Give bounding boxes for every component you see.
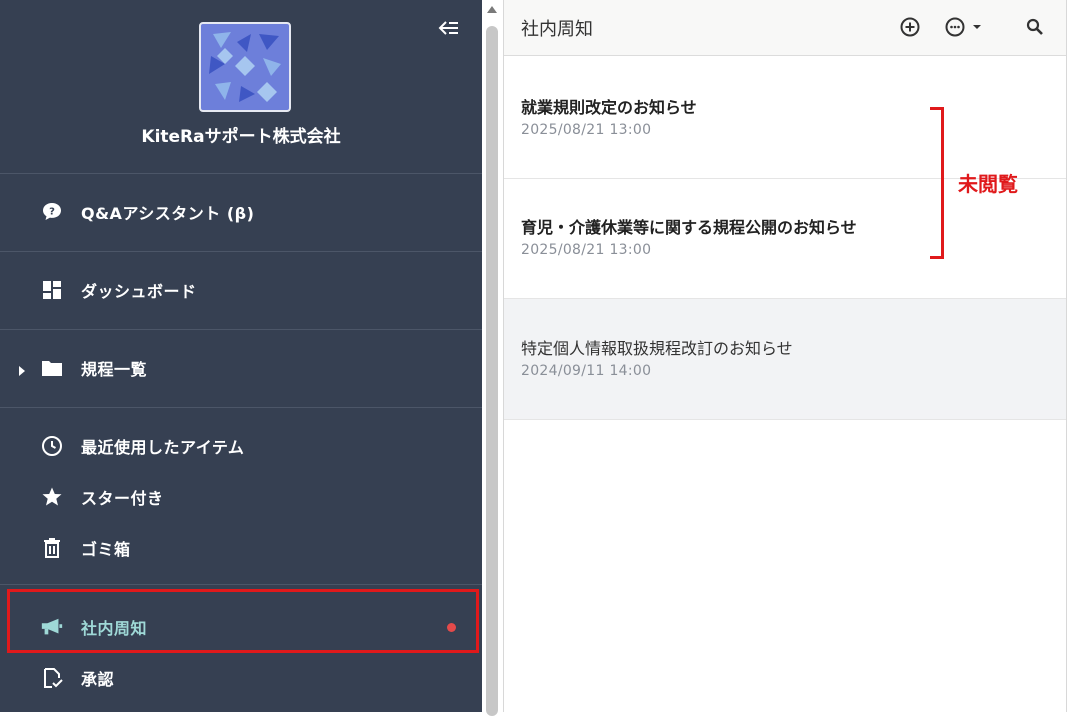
- star-icon: [40, 485, 64, 509]
- nav-item-starred[interactable]: スター付き: [0, 473, 482, 521]
- search-icon[interactable]: [1023, 15, 1047, 39]
- divider: [0, 407, 482, 408]
- nav-label: Q&Aアシスタント (β): [81, 204, 255, 223]
- nav-item-dashboard[interactable]: ダッシュボード: [0, 266, 482, 314]
- chat-bubble-icon: ?: [40, 200, 64, 224]
- nav-item-approval[interactable]: 承認: [0, 654, 482, 702]
- scroll-up-arrow-icon[interactable]: [487, 6, 497, 13]
- notice-item[interactable]: 特定個人情報取扱規程改訂のお知らせ 2024/09/11 14:00: [504, 299, 1066, 420]
- collapse-sidebar-icon[interactable]: [436, 16, 464, 40]
- notice-title: 特定個人情報取扱規程改訂のお知らせ: [521, 339, 793, 358]
- nav-label: ダッシュボード: [81, 282, 197, 301]
- notice-date: 2025/08/21 13:00: [521, 122, 652, 138]
- nav-label: スター付き: [81, 489, 164, 508]
- notice-date: 2025/08/21 13:00: [521, 242, 652, 258]
- unread-annotation-label: 未閲覧: [958, 172, 1018, 196]
- divider: [0, 173, 482, 174]
- divider: [0, 251, 482, 252]
- unread-bracket: [930, 107, 944, 259]
- trash-icon: [40, 536, 64, 560]
- nav-label: 承認: [81, 670, 115, 689]
- nav-item-recent[interactable]: 最近使用したアイテム: [0, 422, 482, 470]
- organization-name: KiteRaサポート株式会社: [141, 127, 341, 147]
- notice-title: 育児・介護休業等に関する規程公開のお知らせ: [521, 218, 857, 237]
- divider: [0, 584, 482, 585]
- main-panel: 社内周知 就業規則改定のお知らせ 2025/08/21 13:00 育児・介護休…: [503, 0, 1067, 712]
- nav-label: 最近使用したアイテム: [81, 438, 245, 457]
- caret-right-icon[interactable]: [18, 362, 26, 376]
- notice-title: 就業規則改定のお知らせ: [521, 98, 697, 117]
- page-title: 社内周知: [521, 19, 593, 40]
- dashboard-icon: [40, 278, 64, 302]
- nav-item-trash[interactable]: ゴミ箱: [0, 524, 482, 572]
- svg-text:?: ?: [49, 207, 55, 218]
- nav-item-qa-assistant[interactable]: ? Q&Aアシスタント (β): [0, 188, 482, 236]
- more-options-dropdown-icon[interactable]: [943, 15, 987, 39]
- notice-item[interactable]: 就業規則改定のお知らせ 2025/08/21 13:00: [504, 58, 1066, 179]
- folder-icon: [40, 356, 64, 380]
- nav-label: 規程一覧: [81, 360, 148, 379]
- nav-label: ゴミ箱: [81, 540, 131, 559]
- active-item-highlight-box: [7, 589, 479, 653]
- add-circle-icon[interactable]: [898, 15, 922, 39]
- divider: [0, 329, 482, 330]
- clock-icon: [40, 434, 64, 458]
- nav-item-regulations[interactable]: 規程一覧: [0, 344, 482, 392]
- panel-header: 社内周知: [504, 0, 1066, 56]
- company-logo: [199, 22, 291, 112]
- scrollbar-thumb[interactable]: [486, 26, 498, 716]
- notice-date: 2024/09/11 14:00: [521, 363, 652, 379]
- approval-icon: [40, 666, 64, 690]
